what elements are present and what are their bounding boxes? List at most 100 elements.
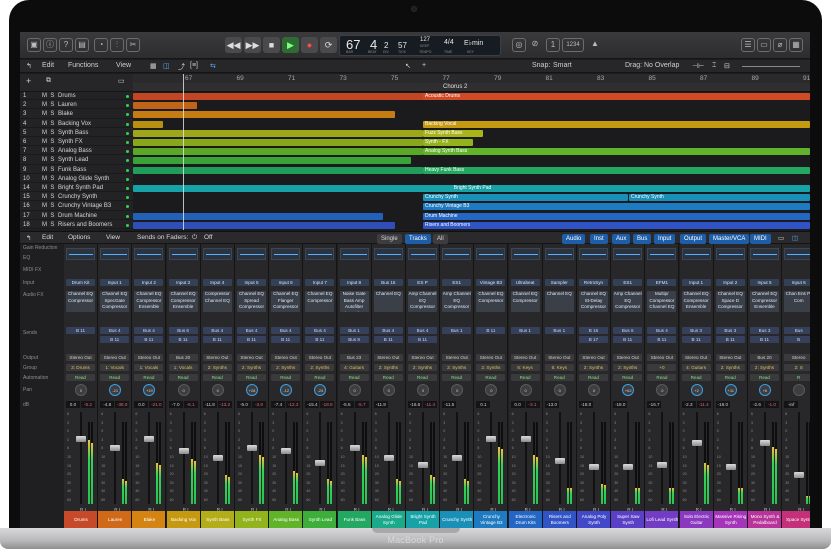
track-options-icon[interactable]: ⧉	[46, 77, 51, 85]
volume-fader[interactable]	[178, 448, 189, 455]
eq-thumbnail[interactable]	[134, 248, 164, 260]
send-slot[interactable]: B 11	[66, 327, 95, 334]
send-slot[interactable]: B 11	[134, 336, 164, 343]
mixer-options-menu[interactable]: Options	[68, 234, 90, 241]
wide-icon[interactable]: ◫	[792, 234, 798, 242]
notepad-icon[interactable]: ▭	[757, 38, 771, 52]
region[interactable]	[133, 148, 423, 156]
automation-mode[interactable]: Read	[544, 374, 574, 381]
group-slot[interactable]: 2: S	[784, 364, 810, 371]
audio-fx-slot[interactable]: Channel EQ SpecGate Compressor	[100, 291, 130, 312]
volume-fader[interactable]	[247, 444, 257, 451]
group-slot[interactable]: 2: Synths	[715, 364, 745, 371]
flex-icon[interactable]: ◫	[163, 62, 170, 70]
back-icon[interactable]: ↰	[26, 62, 32, 70]
channel-name[interactable]: Bright Synth Pad	[406, 511, 439, 528]
output-slot[interactable]: Bus 20	[750, 354, 779, 361]
eq-thumbnail[interactable]	[100, 248, 130, 260]
volume-fader[interactable]	[760, 439, 770, 446]
waveform-zoom-icon[interactable]: ⊣⊢	[692, 62, 704, 70]
send-slot[interactable]: B 11	[681, 336, 711, 343]
pointer-tool-icon[interactable]: ↖	[405, 62, 411, 70]
group-slot[interactable]: 2: Synths	[476, 364, 506, 371]
audio-fx-slot[interactable]: Channel EQ	[373, 291, 403, 312]
pan-knob[interactable]: 0	[75, 384, 87, 396]
mute-solo-buttons[interactable]: M S	[42, 120, 54, 128]
pan-knob[interactable]: +19	[143, 384, 156, 396]
volume-fader[interactable]	[452, 455, 463, 461]
audio-fx-slot[interactable]: Chan Ens Pr Com	[784, 291, 810, 312]
pan-knob[interactable]: 0	[348, 384, 361, 396]
input-slot[interactable]: Ultrabeat	[510, 279, 540, 286]
track-header[interactable]: 15 M S Crunchy Synth	[20, 193, 133, 202]
region[interactable]	[133, 139, 423, 146]
automation-mode[interactable]: Read	[681, 374, 711, 381]
volume-fader[interactable]	[691, 439, 702, 446]
region-named[interactable]: Crunchy Vintage B3	[423, 203, 810, 211]
channel-name[interactable]: Analog Bass	[269, 511, 303, 528]
region[interactable]	[133, 120, 163, 128]
automation-mode[interactable]: Read	[579, 374, 608, 381]
edit-menu[interactable]: Edit	[42, 62, 54, 69]
automation-mode[interactable]: Read	[476, 374, 506, 381]
automation-mode[interactable]: Read	[339, 374, 369, 381]
eq-thumbnail[interactable]	[442, 248, 472, 260]
pan-knob[interactable]: 0	[588, 384, 600, 396]
channel-name[interactable]: Synth Bass	[200, 511, 234, 528]
audio-fx-slot[interactable]: Channel EQ Compressor Ensemble	[750, 291, 779, 312]
send-slot[interactable]: Bus 4	[305, 327, 335, 334]
marker-chorus-2[interactable]: Chorus 2	[443, 84, 467, 90]
mute-solo-buttons[interactable]: M S	[42, 129, 54, 137]
mixer-view-menu[interactable]: View	[106, 234, 120, 241]
view-single[interactable]: Single	[377, 234, 402, 244]
output-slot[interactable]: Stereo Out	[681, 354, 711, 361]
region-named[interactable]: Synth - FX	[423, 139, 473, 146]
region-named[interactable]: Risers and Boomers	[423, 221, 810, 229]
region-named[interactable]: Crunchy Synth	[629, 194, 810, 202]
group-slot[interactable]: 6: Keys	[510, 364, 540, 371]
channel-name[interactable]: Analog Poly Synth	[577, 511, 610, 528]
mute-solo-buttons[interactable]: M S	[42, 184, 54, 192]
send-slot[interactable]: Bus 3	[715, 327, 745, 334]
pan-knob[interactable]: +28	[246, 384, 258, 396]
channel-name[interactable]: Analog Glide Synth	[371, 511, 405, 528]
view-menu[interactable]: View	[116, 62, 131, 69]
input-slot[interactable]: Input 2	[715, 279, 745, 286]
eq-thumbnail[interactable]	[373, 248, 403, 260]
audio-fx-slot[interactable]: Channel EQ Compressor	[66, 291, 95, 312]
send-slot[interactable]: Bus 1	[510, 327, 540, 334]
group-slot[interactable]: +0	[647, 364, 677, 371]
channel-name[interactable]: Crunchy Vintage B3	[474, 511, 508, 528]
channel-name[interactable]: Synth FX	[235, 511, 268, 528]
automation-mode[interactable]: Read	[237, 374, 266, 381]
sends-value[interactable]: Off	[204, 234, 213, 241]
pan-knob[interactable]: +62	[622, 384, 635, 396]
mixer-icon[interactable]: ⫶	[110, 38, 124, 52]
volume-fader[interactable]	[657, 461, 668, 468]
send-slot[interactable]: B 11	[305, 336, 335, 343]
automation-mode[interactable]: Read	[510, 374, 540, 381]
project-count[interactable]: 1234	[562, 38, 584, 52]
eq-thumbnail[interactable]	[579, 248, 608, 260]
track-header[interactable]: 5 M S Synth Bass	[20, 129, 133, 138]
mute-solo-buttons[interactable]: M S	[42, 156, 54, 164]
audio-fx-slot[interactable]: Channel EQ St-Delay Compressor	[579, 291, 608, 312]
browser-icon[interactable]: ▦	[789, 38, 803, 52]
output-slot[interactable]: Stereo Out	[408, 354, 437, 361]
group-slot[interactable]: 2: Synths	[579, 364, 608, 371]
eq-thumbnail[interactable]	[339, 248, 369, 260]
pencil-tool-icon[interactable]: +	[422, 62, 426, 69]
audio-fx-slot[interactable]: Channel EQ Flanger Compressor	[271, 291, 301, 312]
filter-audio[interactable]: Audio	[562, 234, 586, 244]
output-slot[interactable]: Stereo Out	[613, 354, 643, 361]
send-slot[interactable]: B 11	[715, 336, 745, 343]
group-slot[interactable]: 2: Synths	[271, 364, 301, 371]
eq-thumbnail[interactable]	[784, 248, 810, 260]
audio-fx-slot[interactable]: Channel EQ Space D Compressor	[715, 291, 745, 312]
mute-solo-buttons[interactable]: M S	[42, 166, 54, 174]
zoom-fit-icon[interactable]: ⊟	[724, 62, 730, 70]
volume-fader[interactable]	[383, 455, 394, 461]
group-slot[interactable]: 4: Guitars	[681, 364, 711, 371]
output-slot[interactable]: Stereo Out	[373, 354, 403, 361]
input-slot[interactable]: Sampler	[544, 279, 574, 286]
